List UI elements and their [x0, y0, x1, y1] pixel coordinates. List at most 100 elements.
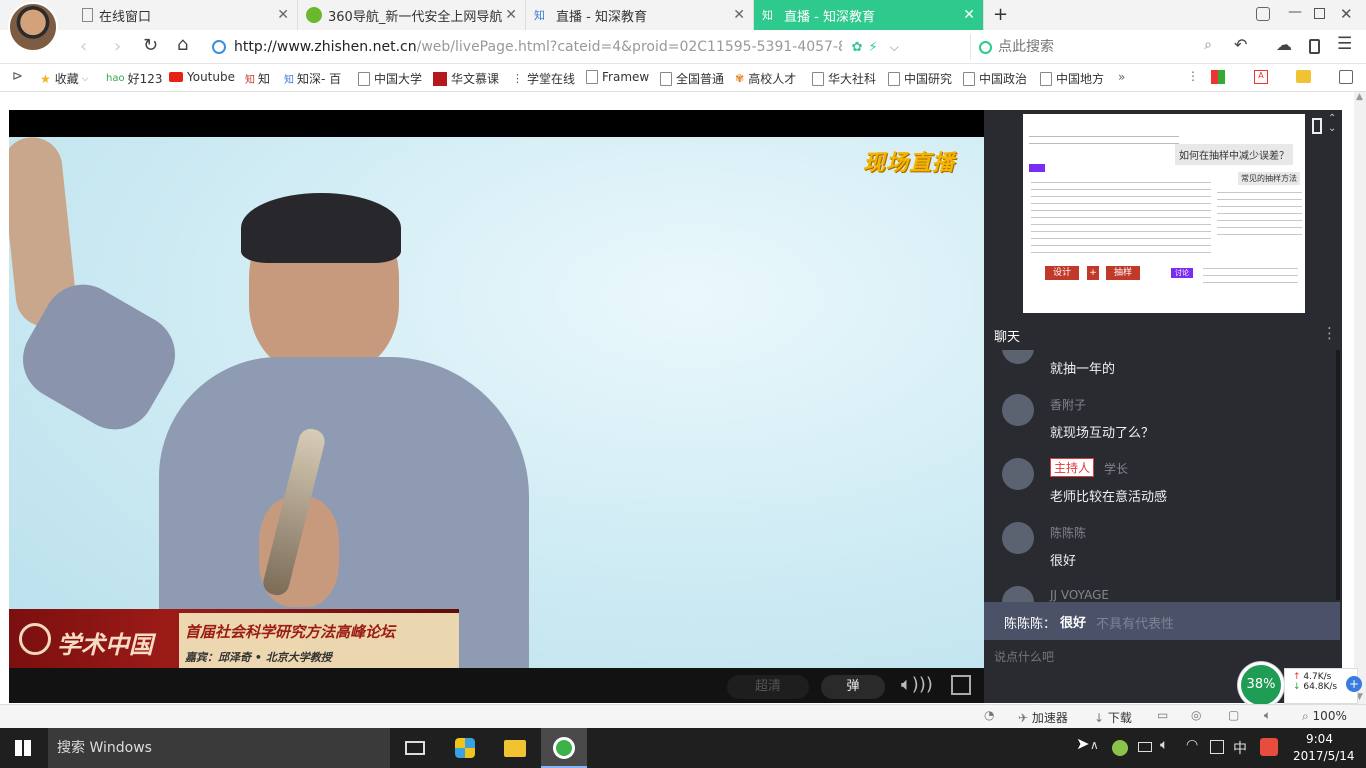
windows-start-icon[interactable]: [15, 740, 31, 756]
bookmark-item[interactable]: 知知深- 百: [284, 70, 341, 87]
fullscreen-icon[interactable]: [951, 675, 971, 695]
volume-icon[interactable]: 🔈︎: [1160, 737, 1168, 753]
avatar: [1002, 586, 1034, 602]
chat-header: 聊天 ⋮: [984, 320, 1342, 350]
chevron-updown-icon[interactable]: ⌃ ⌄: [1328, 114, 1336, 134]
right-scrollbar[interactable]: ▲ ▼: [1354, 92, 1366, 704]
chevron-up-icon[interactable]: ▲: [1356, 92, 1363, 102]
search-input[interactable]: [998, 39, 1198, 55]
history-icon[interactable]: ◔: [984, 708, 994, 722]
close-icon[interactable]: ✕: [733, 7, 745, 23]
speed-widget[interactable]: 38% ↑ 4.7K/s ↓ 64.8K/s +: [1238, 662, 1362, 708]
ime-indicator[interactable]: 中: [1233, 738, 1247, 758]
bookmark-item[interactable]: 中国地方: [1040, 70, 1104, 87]
quality-button[interactable]: 超清: [727, 675, 809, 699]
bookmark-item[interactable]: ★ 收藏 ⌵: [40, 70, 89, 87]
screenshot-icon[interactable]: [1339, 70, 1353, 84]
close-window-icon[interactable]: ✕: [1340, 5, 1353, 23]
bookmark-item[interactable]: 华文慕课: [433, 70, 499, 87]
undo-icon[interactable]: ↶: [1234, 35, 1247, 54]
bookmark-item[interactable]: 知知: [245, 70, 270, 87]
search-icon[interactable]: ⌕: [1204, 37, 1212, 53]
volume-icon[interactable]: 🔈︎))): [901, 674, 933, 695]
tab-2[interactable]: 360导航_新一代安全上网导航 ✕: [298, 0, 526, 30]
sogou-icon[interactable]: [1260, 738, 1278, 756]
bookmark-item[interactable]: 全国普通: [660, 70, 724, 87]
folder-icon[interactable]: [1296, 70, 1311, 83]
home-icon[interactable]: ⌂: [177, 34, 188, 55]
sidebar-toggle-icon[interactable]: ⊳: [12, 69, 23, 84]
shield-icon[interactable]: ✿: [852, 40, 863, 55]
phone-icon[interactable]: [1309, 39, 1320, 54]
refresh-icon[interactable]: ↻: [143, 35, 158, 56]
search-box[interactable]: ⌕: [970, 34, 1220, 60]
taskbar-search[interactable]: 搜索 Windows: [48, 728, 390, 768]
bookmark-item[interactable]: 中国政治: [963, 70, 1027, 87]
chat-title: 聊天: [994, 330, 1021, 345]
clock-date[interactable]: 2017/5/14: [1293, 749, 1355, 763]
new-tab-icon[interactable]: +: [993, 4, 1008, 25]
window-icon[interactable]: ▢: [1228, 708, 1239, 722]
slide-toggle-icon[interactable]: [1312, 118, 1322, 134]
tab-4[interactable]: 知 直播 - 知深教育 ✕: [754, 0, 984, 30]
cloud-icon[interactable]: ☁: [1276, 35, 1292, 54]
accelerator-button[interactable]: ✈ 加速器: [1018, 709, 1068, 726]
bookmark-item[interactable]: Framew: [586, 70, 649, 84]
danmaku-button[interactable]: 弹: [821, 675, 885, 699]
chevron-up-icon[interactable]: ∧: [1090, 738, 1099, 752]
ie-icon[interactable]: ◎: [1191, 708, 1201, 722]
sound-icon[interactable]: 🔈︎: [1264, 708, 1271, 723]
zoom-control[interactable]: ⌕ 100%: [1302, 709, 1347, 724]
status-bar: ◔ ✈ 加速器 ↓ 下载 ▭ ◎ ▢ 🔈︎ ⌕ 100%: [0, 704, 1366, 728]
user-avatar[interactable]: [8, 2, 58, 52]
tab-label: 在线窗口: [99, 9, 152, 25]
close-icon[interactable]: ✕: [505, 7, 517, 23]
app-icon[interactable]: [455, 738, 475, 758]
more-vertical-icon[interactable]: ⋮: [1187, 69, 1199, 83]
video-frame[interactable]: 现场直播 学术中国 首届社会科学研究方法高峰论坛 嘉宾：邱泽奇 • 北京大学教授: [9, 137, 984, 668]
translate-icon[interactable]: A: [1254, 70, 1268, 84]
bookmark-item[interactable]: ⋮ 学堂在线: [512, 70, 575, 87]
restore-icon[interactable]: [1314, 8, 1325, 19]
bookmark-item[interactable]: Youtube: [169, 70, 235, 84]
bookmark-item[interactable]: 中国研究: [888, 70, 952, 87]
more-vertical-icon[interactable]: ⋮: [1322, 324, 1337, 342]
close-icon[interactable]: ✕: [963, 7, 975, 23]
memory-gauge: 38%: [1238, 662, 1284, 708]
file-explorer-icon[interactable]: [504, 740, 526, 757]
menu-icon[interactable]: ☰: [1337, 34, 1352, 54]
bookmarks-more[interactable]: »: [1118, 70, 1125, 84]
clock-time[interactable]: 9:04: [1306, 732, 1333, 746]
close-icon[interactable]: ✕: [277, 7, 289, 23]
avatar: [1002, 394, 1034, 426]
back-icon[interactable]: ‹: [80, 36, 87, 57]
battery-icon[interactable]: [1138, 742, 1152, 752]
chevron-down-icon[interactable]: ⌵: [890, 40, 899, 55]
notification-icon[interactable]: [1210, 740, 1224, 754]
download-button[interactable]: ↓ 下载: [1094, 709, 1132, 726]
chat-scrollbar[interactable]: [1336, 350, 1340, 600]
tab-1[interactable]: 在线窗口 ✕: [74, 0, 298, 30]
address-bar[interactable]: http://www.zhishen.net.cn /web/livePage.…: [206, 34, 966, 60]
tray-360-icon[interactable]: [1112, 740, 1128, 756]
shirt-icon[interactable]: [1256, 7, 1270, 21]
slide-preview[interactable]: 如何在抽样中减少误差？ 常见的抽样方法 设计 + 抽样 讨论: [1023, 114, 1305, 313]
slide-chip-plus: +: [1087, 266, 1099, 280]
apps-icon[interactable]: [1211, 70, 1225, 84]
accelerator-label: 加速器: [1031, 711, 1068, 725]
task-view-icon[interactable]: [405, 741, 425, 755]
wifi-icon[interactable]: ◠: [1186, 737, 1198, 753]
bookmark-item[interactable]: hao 好123: [106, 70, 163, 87]
add-icon[interactable]: +: [1346, 676, 1362, 692]
bookmark-item[interactable]: 华大社科: [812, 70, 876, 87]
bookmark-label: 知深- 百: [297, 72, 342, 86]
bookmark-item[interactable]: 中国大学: [358, 70, 422, 87]
forward-icon[interactable]: ›: [114, 36, 121, 57]
minimize-icon[interactable]: —: [1288, 4, 1302, 20]
bookmark-item[interactable]: ✾ 高校人才: [735, 70, 796, 87]
lightning-icon[interactable]: ⚡: [869, 40, 878, 55]
reader-icon[interactable]: ▭: [1157, 708, 1168, 722]
browser-taskbar-item[interactable]: [541, 728, 587, 768]
tab-3[interactable]: 知 直播 - 知深教育 ✕: [526, 0, 754, 30]
windows-taskbar: 搜索 Windows ➤ ∧ 🔈︎ ◠ 中 9:04 2017/5/14: [0, 728, 1366, 768]
